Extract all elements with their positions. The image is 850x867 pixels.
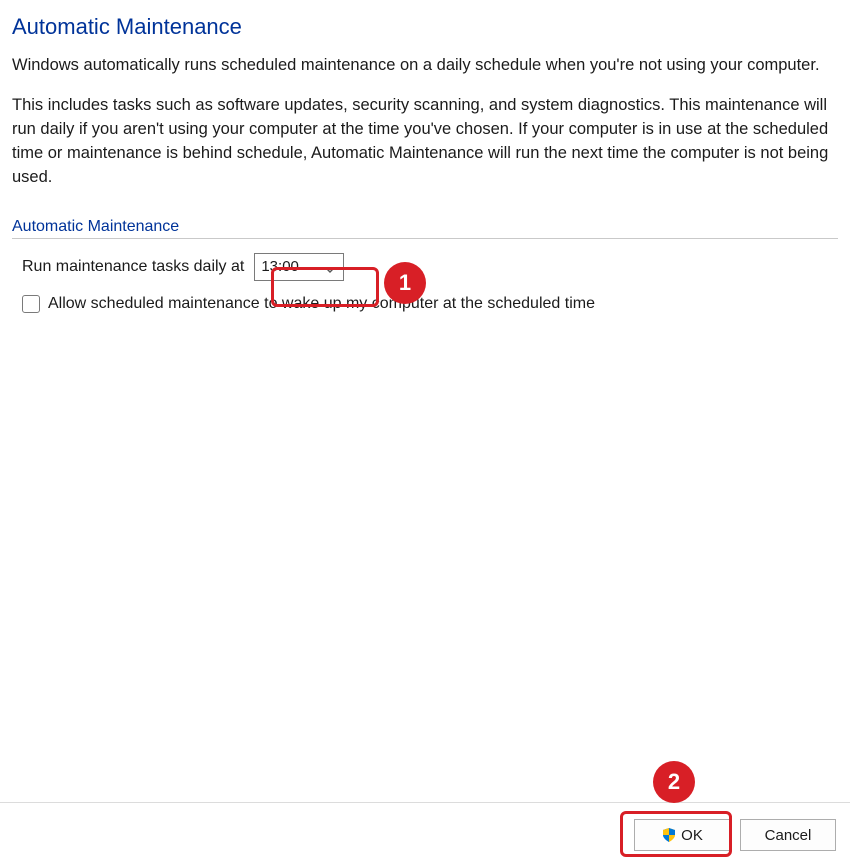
footer-separator — [0, 802, 850, 803]
group-legend: Automatic Maintenance — [12, 218, 838, 239]
wake-checkbox-row: Allow scheduled maintenance to wake up m… — [22, 295, 838, 313]
schedule-row: Run maintenance tasks daily at 13:00 — [22, 253, 838, 281]
wake-checkbox-label: Allow scheduled maintenance to wake up m… — [48, 295, 595, 313]
ok-button[interactable]: OK — [634, 819, 730, 851]
page-title: Automatic Maintenance — [12, 14, 838, 40]
chevron-down-icon — [325, 262, 335, 272]
annotation-marker-2: 2 — [653, 761, 695, 803]
wake-checkbox[interactable] — [22, 295, 40, 313]
time-select-value: 13:00 — [261, 258, 299, 275]
intro-paragraph-1: Windows automatically runs scheduled mai… — [12, 54, 838, 78]
ok-button-label: OK — [681, 827, 703, 844]
time-select[interactable]: 13:00 — [254, 253, 344, 281]
footer-buttons: OK Cancel — [634, 819, 836, 851]
uac-shield-icon — [661, 827, 677, 843]
schedule-label: Run maintenance tasks daily at — [22, 258, 244, 276]
cancel-button-label: Cancel — [765, 827, 812, 844]
cancel-button[interactable]: Cancel — [740, 819, 836, 851]
intro-paragraph-2: This includes tasks such as software upd… — [12, 94, 838, 190]
